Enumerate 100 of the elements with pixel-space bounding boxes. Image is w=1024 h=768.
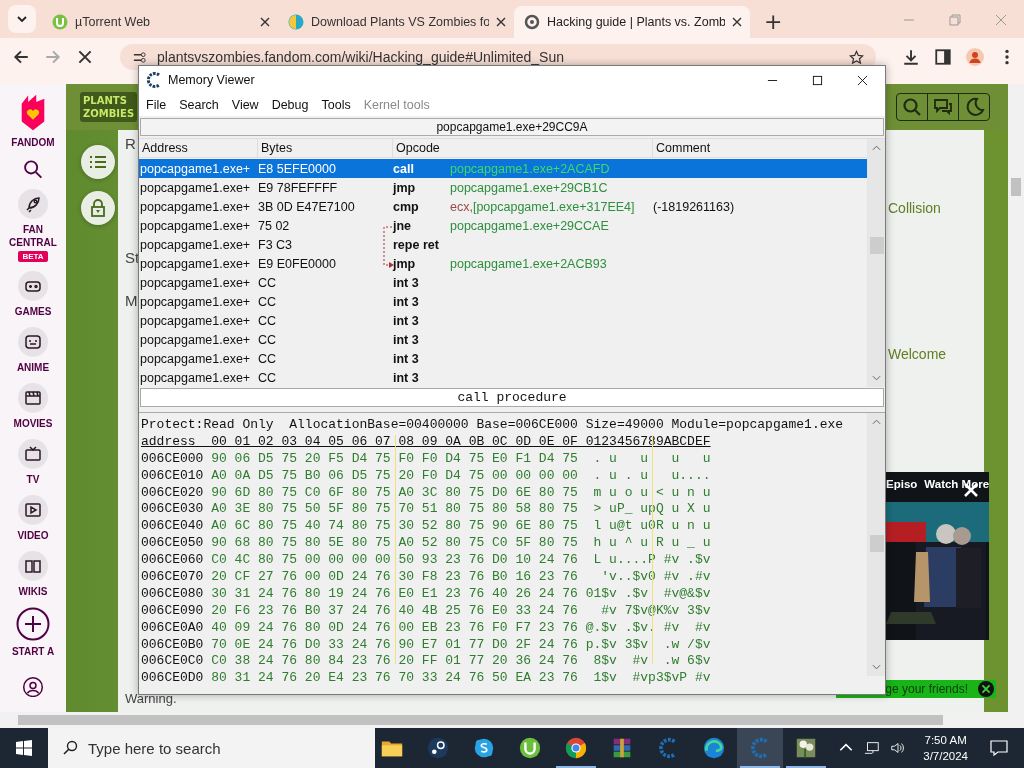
hex-ascii[interactable]: 8$v #v .w 6$v bbox=[585, 653, 711, 669]
nav-label[interactable]: TV bbox=[3, 472, 63, 486]
contents-button[interactable] bbox=[81, 145, 115, 179]
disassembly-row[interactable]: popcapgame1.exe+ E9 E0FE0000 jmp popcapgame1.exe+2ACB93 bbox=[139, 254, 867, 273]
back-icon[interactable] bbox=[12, 48, 30, 66]
tv-icon[interactable] bbox=[18, 438, 48, 469]
nav-label[interactable]: ANIME bbox=[3, 360, 63, 374]
column-header[interactable]: Opcode bbox=[393, 139, 653, 157]
scrollbar[interactable] bbox=[867, 139, 885, 387]
disassembly-row[interactable]: popcapgame1.exe+ CC int 3 bbox=[139, 368, 867, 387]
scroll-thumb[interactable] bbox=[869, 237, 884, 254]
disassembly-row[interactable]: popcapgame1.exe+ 75 02 jne popcapgame1.exe+29CCAE bbox=[139, 216, 867, 235]
hex-ascii[interactable]: . u u u u bbox=[585, 450, 711, 466]
site-logo[interactable]: PLANTS ZOMBIES bbox=[80, 92, 138, 122]
hex-bytes[interactable]: A0 3E 80 75 50 5F 80 75 70 51 80 75 80 58 80 75 bbox=[211, 501, 578, 517]
user-icon[interactable] bbox=[21, 676, 45, 697]
hex-bytes[interactable]: A0 6C 80 75 40 74 80 75 30 52 80 75 90 6E 80 75 bbox=[211, 518, 578, 534]
close-icon[interactable] bbox=[732, 17, 742, 27]
hex-bytes[interactable]: C0 4C 80 75 00 00 00 00 50 93 23 76 D0 10 24 76 bbox=[211, 552, 578, 568]
browser-tab[interactable]: µTorrent Web bbox=[42, 6, 278, 38]
hex-bytes[interactable]: 80 31 24 76 20 E4 23 76 70 33 24 76 50 EA 23 76 bbox=[211, 670, 578, 686]
hex-bytes[interactable]: 90 6D 80 75 C0 6F 80 75 A0 3C 80 75 D0 6E 80 75 bbox=[211, 484, 578, 500]
rocket-icon[interactable] bbox=[18, 188, 48, 219]
clock-time[interactable]: 7:50 AM bbox=[924, 732, 967, 748]
play-icon[interactable] bbox=[18, 494, 48, 525]
menu-item[interactable]: Debug bbox=[271, 98, 309, 112]
column-header[interactable]: Address bbox=[139, 139, 258, 157]
disassembly-row[interactable]: popcapgame1.exe+ E9 78FEFFFF jmp popcapgame1.exe+29CB1C bbox=[139, 178, 867, 197]
hex-ascii[interactable]: 1$v #vp3$vP #v bbox=[585, 670, 711, 686]
scroll-down-icon[interactable] bbox=[872, 664, 881, 670]
gamepad-icon[interactable] bbox=[18, 270, 48, 301]
scroll-down-icon[interactable] bbox=[872, 375, 881, 381]
taskbar-search-field[interactable]: Type here to search bbox=[48, 728, 375, 768]
side-panel-icon[interactable] bbox=[934, 48, 952, 66]
hex-ascii[interactable]: 01$v .$v #v@&$v bbox=[585, 585, 711, 601]
hex-ascii[interactable]: m u o u < u n u bbox=[585, 484, 711, 500]
hex-bytes[interactable]: 30 31 24 76 80 19 24 76 E0 E1 23 76 40 26 24 76 bbox=[211, 585, 578, 601]
close-icon[interactable] bbox=[496, 17, 506, 27]
hex-bytes[interactable]: 90 06 D5 75 20 F5 D4 75 F0 F0 D4 75 E0 F1 D4 75 bbox=[211, 450, 578, 466]
nav-label[interactable]: FAN CENTRAL bbox=[3, 222, 63, 249]
browser-tab[interactable]: Download Plants VS Zombies fo bbox=[278, 6, 514, 38]
clock-date[interactable]: 3/7/2024 bbox=[923, 748, 968, 764]
new-tab-button[interactable]: + bbox=[758, 9, 789, 34]
hex-ascii[interactable]: h u ^ u R u _ u bbox=[585, 535, 711, 551]
hex-bytes[interactable]: 20 CF 27 76 00 0D 24 76 30 F8 23 76 B0 16 23 76 bbox=[211, 569, 578, 584]
hex-ascii[interactable]: p.$v 3$v .w /$v bbox=[585, 636, 711, 652]
hex-bytes[interactable]: C0 38 24 76 80 84 23 76 20 FF 01 77 20 36 24 76 bbox=[211, 653, 578, 669]
disassembly-row[interactable]: popcapgame1.exe+ CC int 3 bbox=[139, 330, 867, 349]
hex-bytes[interactable]: 40 09 24 76 80 0D 24 76 00 EB 23 76 F0 F7 23 76 bbox=[211, 619, 578, 635]
disassembly-row[interactable]: popcapgame1.exe+ F3 C3 repe ret bbox=[139, 235, 867, 254]
star-icon[interactable] bbox=[849, 49, 864, 65]
scroll-up-icon[interactable] bbox=[872, 145, 881, 151]
hex-bytes[interactable]: 90 68 80 75 80 5E 80 75 A0 52 80 75 C0 5F 80 75 bbox=[211, 535, 578, 551]
menu-item[interactable]: View bbox=[231, 98, 259, 112]
nav-label[interactable]: GAMES bbox=[3, 304, 63, 318]
browser-tab[interactable]: Hacking guide | Plants vs. Zomb bbox=[514, 6, 750, 38]
column-header[interactable]: Comment bbox=[653, 139, 867, 157]
notification-icon[interactable] bbox=[990, 739, 1008, 757]
hex-bytes[interactable]: 20 F6 23 76 B0 37 24 76 40 4B 25 76 E0 33 24 76 bbox=[211, 602, 578, 618]
menu-item[interactable]: Tools bbox=[321, 98, 351, 112]
hex-ascii[interactable]: @.$v .$v. #v #v bbox=[585, 619, 711, 635]
stop-icon[interactable] bbox=[76, 48, 94, 66]
disassembly-row[interactable]: popcapgame1.exe+ E8 5EFE0000 call popcapgame1.exe+2ACAFD bbox=[139, 159, 867, 178]
disassembly-row[interactable]: popcapgame1.exe+ CC int 3 bbox=[139, 273, 867, 292]
site-info-icon[interactable] bbox=[132, 49, 147, 65]
profile-icon[interactable] bbox=[966, 48, 984, 66]
column-header[interactable]: Bytes bbox=[258, 139, 393, 157]
search-icon[interactable] bbox=[22, 160, 44, 179]
close-icon[interactable] bbox=[260, 17, 270, 27]
scroll-up-icon[interactable] bbox=[872, 419, 881, 425]
disassembly-row[interactable]: popcapgame1.exe+ CC int 3 bbox=[139, 349, 867, 368]
close-icon[interactable] bbox=[857, 74, 868, 86]
disassembly-row[interactable]: popcapgame1.exe+ CC int 3 bbox=[139, 311, 867, 330]
nav-label[interactable]: VIDEO bbox=[3, 528, 63, 542]
volume-icon[interactable] bbox=[890, 740, 907, 756]
scrollbar[interactable] bbox=[867, 413, 885, 676]
clapperboard-icon[interactable] bbox=[18, 382, 48, 413]
hex-bytes[interactable]: 70 0E 24 76 D0 33 24 76 90 E7 01 77 D0 2F 24 76 bbox=[211, 636, 578, 652]
scroll-thumb[interactable] bbox=[869, 535, 884, 552]
nav-label[interactable]: START A bbox=[3, 644, 63, 658]
article-link[interactable]: Welcome bbox=[888, 346, 947, 362]
download-icon[interactable] bbox=[902, 48, 920, 66]
article-link[interactable]: Collision bbox=[888, 200, 941, 216]
close-icon[interactable] bbox=[978, 681, 994, 697]
nav-label[interactable]: MOVIES bbox=[3, 416, 63, 430]
face-icon[interactable] bbox=[18, 326, 48, 357]
windows-start-icon[interactable] bbox=[16, 740, 32, 756]
horizontal-scrollbar[interactable] bbox=[0, 712, 1024, 728]
tab-search-button[interactable] bbox=[8, 5, 36, 33]
page-scrollbar[interactable] bbox=[1008, 84, 1024, 712]
lock-button[interactable] bbox=[81, 191, 115, 225]
hex-bytes[interactable]: A0 0A D5 75 B0 06 D5 75 20 F0 D4 75 00 00 00 00 bbox=[211, 467, 578, 483]
hex-ascii[interactable]: . u . u u.... bbox=[585, 467, 711, 483]
menu-item[interactable]: Search bbox=[179, 98, 219, 112]
book-icon[interactable] bbox=[18, 550, 48, 581]
network-icon[interactable] bbox=[864, 740, 881, 756]
menu-item[interactable]: File bbox=[146, 98, 167, 112]
disassembly-row[interactable]: popcapgame1.exe+ CC int 3 bbox=[139, 292, 867, 311]
disassembly-row[interactable]: popcapgame1.exe+ 3B 0D E47E7100 cmp ecx,[popcapgame1.exe+317EE4] (-1819261163) bbox=[139, 197, 867, 216]
nav-label[interactable]: WIKIS bbox=[3, 584, 63, 598]
